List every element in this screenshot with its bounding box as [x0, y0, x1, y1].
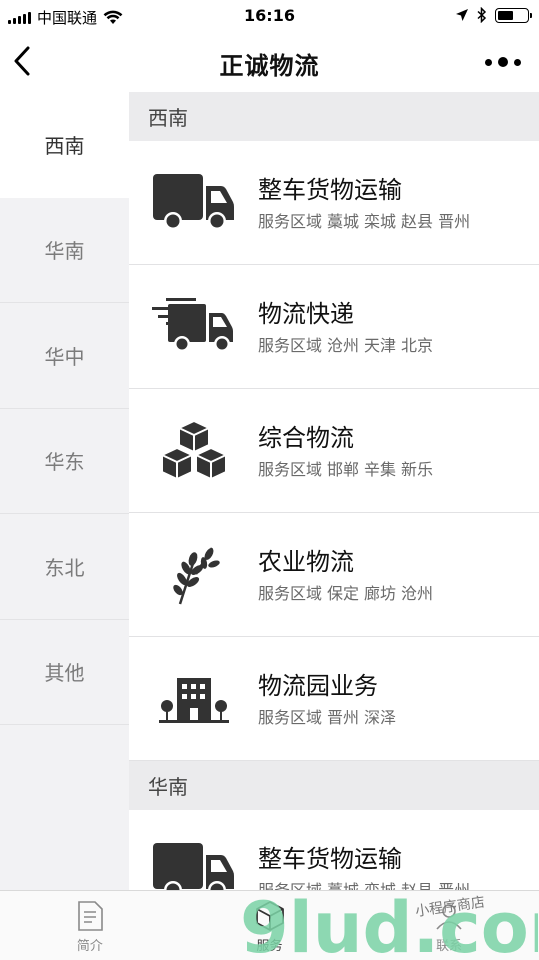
truck-icon: [152, 173, 234, 230]
tab-intro[interactable]: 简介: [0, 891, 180, 960]
page-title: 正诚物流: [219, 52, 320, 80]
contact-icon: [436, 904, 462, 930]
battery-icon: [495, 7, 532, 23]
sidebar-item-northeast[interactable]: 东北: [0, 514, 129, 620]
list-item[interactable]: 物流快递 服务区域 沧州 天津 北京: [129, 265, 539, 389]
service-title: 综合物流: [258, 423, 354, 452]
sidebar-item-south[interactable]: 华南: [0, 198, 129, 303]
service-title: 物流快递: [258, 299, 354, 328]
express-truck-icon: [151, 297, 233, 352]
sidebar-item-southwest[interactable]: 西南: [0, 92, 129, 198]
bluetooth-icon: [477, 7, 487, 23]
service-area: 服务区域 藁城 栾城 赵县 晋州: [258, 211, 471, 231]
tab-bar: 简介 服务 联系: [0, 890, 539, 960]
sidebar-item-central[interactable]: 华中: [0, 303, 129, 409]
more-dots-icon: [485, 58, 492, 66]
status-bar: 中国联通 16:16: [0, 0, 539, 32]
service-area: 服务区域 藁城 栾城 赵县 晋州: [258, 880, 471, 891]
wheat-icon: [172, 546, 220, 604]
sidebar-item-other[interactable]: 其他: [0, 620, 129, 725]
location-arrow-icon: [456, 9, 468, 21]
building-icon: [158, 677, 229, 723]
list-item[interactable]: 综合物流 服务区域 邯郸 辛集 新乐: [129, 389, 539, 513]
service-list: 西南 整车货物运输 服务区域 藁城 栾城 赵县 晋州 物流快递 服务区域 沧州 …: [129, 92, 539, 890]
section-header: 西南: [129, 92, 539, 141]
truck-icon: [152, 842, 234, 890]
tab-label: 联系: [436, 939, 463, 954]
service-area: 服务区域 晋州 深泽: [258, 707, 397, 727]
service-title: 农业物流: [258, 547, 354, 576]
tab-label: 服务: [256, 939, 283, 954]
service-title: 物流园业务: [258, 671, 378, 700]
tab-services[interactable]: 服务: [180, 891, 360, 960]
service-title: 整车货物运输: [258, 175, 402, 204]
cube-icon: [255, 901, 284, 931]
service-area: 服务区域 保定 廊坊 沧州: [258, 583, 434, 603]
region-sidebar: 西南 华南 华中 华东 东北 其他: [0, 92, 129, 890]
tab-contact[interactable]: 联系: [359, 891, 539, 960]
sidebar-item-east[interactable]: 华东: [0, 409, 129, 514]
service-area: 服务区域 沧州 天津 北京: [258, 335, 434, 355]
tab-label: 简介: [76, 939, 103, 954]
service-title: 整车货物运输: [258, 844, 402, 873]
navigation-bar: 正诚物流: [0, 32, 539, 92]
more-options-button[interactable]: [485, 54, 521, 70]
document-icon: [78, 901, 103, 931]
list-item[interactable]: 物流园业务 服务区域 晋州 深泽: [129, 637, 539, 761]
section-header: 华南: [129, 761, 539, 810]
list-item[interactable]: 整车货物运输 服务区域 藁城 栾城 赵县 晋州: [129, 141, 539, 265]
boxes-icon: [160, 419, 227, 480]
list-item[interactable]: 农业物流 服务区域 保定 廊坊 沧州: [129, 513, 539, 637]
service-area: 服务区域 邯郸 辛集 新乐: [258, 459, 434, 479]
list-item[interactable]: 整车货物运输 服务区域 藁城 栾城 赵县 晋州: [129, 810, 539, 890]
